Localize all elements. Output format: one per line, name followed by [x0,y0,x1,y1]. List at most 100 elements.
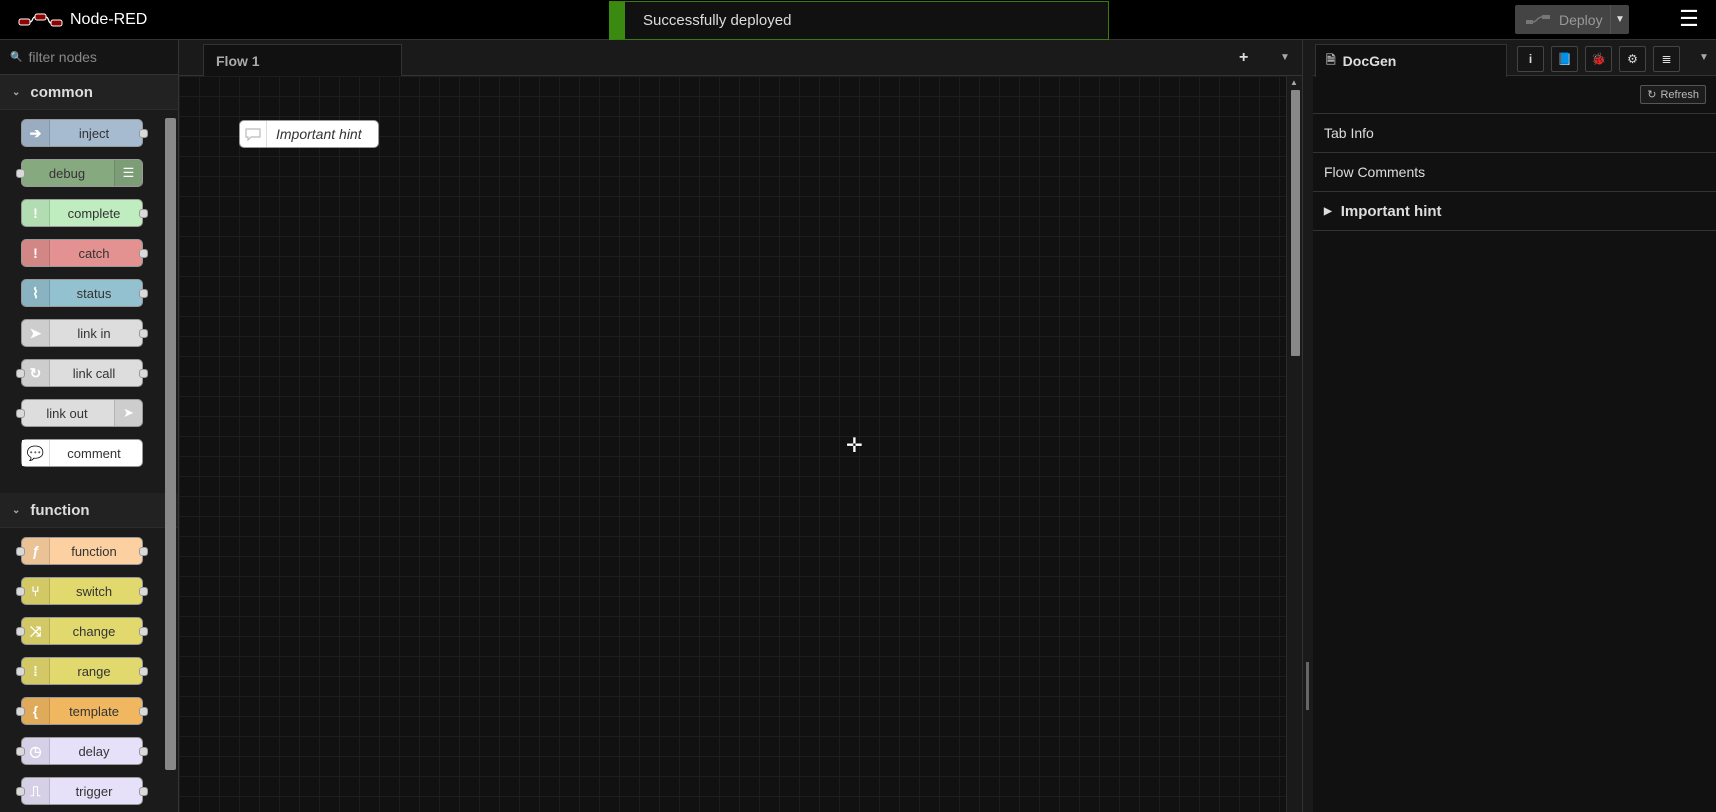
input-port [16,667,25,676]
sidebar-row-flow-comments[interactable]: Flow Comments [1313,153,1716,192]
switch-icon: ⑂ [22,578,50,604]
deploy-options-caret-icon[interactable]: ▼ [1611,14,1629,25]
refresh-label: Refresh [1660,88,1699,101]
palette-node-link-out[interactable]: link out ➤ [16,399,143,427]
palette-category-common[interactable]: ⌄ common [0,75,178,110]
palette-node-change[interactable]: ⤨ change [16,617,148,645]
palette-node-label: complete [67,205,121,221]
output-port [139,289,148,298]
palette-node-link-in[interactable]: ➤ link in [21,319,148,347]
arrow-in-icon: ➔ [22,120,50,146]
palette-node-label: range [77,663,111,679]
input-port [16,627,25,636]
palette-category-function[interactable]: ⌄ function [0,493,178,528]
palette-node-switch[interactable]: ⑂ switch [16,577,148,605]
palette-node-range[interactable]: ⁞ range [16,657,148,685]
palette-node-debug[interactable]: debug ☰ [16,159,143,187]
palette-node-inject[interactable]: ➔ inject [21,119,148,147]
header-bar: Node-RED Successfully deployed Deploy ▼ … [0,0,1716,40]
palette-scrollbar[interactable] [165,118,176,770]
refresh-button[interactable]: ↻ Refresh [1640,85,1706,104]
gear-icon[interactable]: ⚙ [1619,46,1646,72]
deploy-notification: Successfully deployed [609,1,1109,40]
output-port [139,547,148,556]
trigger-icon: ⎍ [22,778,50,804]
sidebar-tabbar: 🗎 DocGen i 📘 🐞 ⚙ ≣ ▼ [1313,40,1716,77]
app-logo: Node-RED [18,11,147,29]
input-port [16,587,25,596]
palette-node-label: catch [78,245,110,261]
main-menu-hamburger-icon[interactable]: ☰ [1676,8,1702,32]
palette-node-status[interactable]: ⌇ status [21,279,148,307]
chevron-down-icon: ⌄ [12,86,21,98]
sidebar: 🗎 DocGen i 📘 🐞 ⚙ ≣ ▼ ↻ Refresh Tab Info … [1313,40,1716,812]
output-port [139,667,148,676]
palette-node-template[interactable]: { template [16,697,148,725]
add-flow-plus-icon[interactable]: + [1239,49,1248,67]
flow-list-caret-icon[interactable]: ▼ [1280,52,1290,63]
link-in-icon: ➤ [22,320,50,346]
info-icon[interactable]: i [1517,46,1544,72]
input-port [16,409,25,418]
shuffle-icon: ⤨ [22,618,50,644]
output-port [139,369,148,378]
scrollbar-thumb[interactable] [1291,90,1300,356]
speech-bubble-icon [240,121,267,147]
palette-node-complete[interactable]: ! complete [21,199,148,227]
flow-workspace: Flow 1 + ▼ Important hint ✛ ▲ [179,40,1302,812]
node-red-logo-icon [18,13,63,27]
palette-search-input[interactable] [28,49,169,65]
category-label: function [30,501,90,519]
tab-flow-1[interactable]: Flow 1 [203,44,402,77]
sidebar-toolbar: ↻ Refresh [1313,76,1716,114]
palette-node-label: switch [75,583,113,599]
row-label: Tab Info [1324,125,1374,141]
canvas-comment-node[interactable]: Important hint [239,120,379,148]
list-icon: ☰ [114,160,142,186]
row-label: Important hint [1340,202,1442,220]
function-icon: ƒ [22,538,50,564]
canvas-vertical-scrollbar[interactable]: ▲ [1286,76,1302,812]
output-port [139,329,148,338]
deploy-main-button[interactable]: Deploy [1515,5,1611,34]
palette-node-catch[interactable]: ! catch [21,239,148,267]
sidebar-menu-caret-icon[interactable]: ▼ [1699,52,1709,63]
output-port [139,787,148,796]
palette-node-trigger[interactable]: ⎍ trigger [16,777,148,805]
exclamation-icon: ! [22,200,50,226]
timer-icon: ◷ [22,738,50,764]
palette-node-label: template [69,703,119,719]
database-icon[interactable]: ≣ [1653,46,1680,72]
splitter-handle[interactable] [1306,662,1309,710]
tab-label: Flow 1 [216,53,260,69]
exclamation-icon: ! [22,240,50,266]
palette-node-label: delay [78,743,110,759]
crosshair-cursor-icon: ✛ [846,435,863,457]
flow-canvas[interactable]: Important hint ✛ ▲ [179,76,1302,812]
sidebar-tab-docgen[interactable]: 🗎 DocGen [1315,44,1507,77]
palette-node-comment[interactable]: 💬 comment [21,439,143,467]
scroll-up-arrow-icon[interactable]: ▲ [1290,78,1298,87]
palette-node-function[interactable]: ƒ function [16,537,148,565]
deploy-button[interactable]: Deploy ▼ [1515,5,1629,34]
category-label: common [30,83,93,101]
output-port [139,587,148,596]
palette-node-link-call[interactable]: ↻ link call [16,359,148,387]
palette-category-common-nodes: ➔ inject debug ☰ ! complete ! catch ⌇ st… [0,110,178,493]
sidebar-row-important-hint[interactable]: ▶ Important hint [1313,192,1716,231]
deploy-label: Deploy [1559,11,1603,28]
palette-node-label: comment [67,445,121,461]
expand-triangle-icon[interactable]: ▶ [1324,206,1332,217]
chevron-down-icon: ⌄ [12,504,21,516]
pulse-icon: ⌇ [22,280,50,306]
app-title: Node-RED [70,11,148,28]
sidebar-splitter[interactable] [1302,40,1313,812]
palette-node-delay[interactable]: ◷ delay [16,737,148,765]
document-icon: 🗎 [1326,52,1336,67]
input-port [16,547,25,556]
bug-icon[interactable]: 🐞 [1585,46,1612,72]
palette-node-label: change [72,623,116,639]
sidebar-row-tab-info[interactable]: Tab Info [1313,114,1716,153]
book-icon[interactable]: 📘 [1551,46,1578,72]
notification-text: Successfully deployed [643,12,792,29]
